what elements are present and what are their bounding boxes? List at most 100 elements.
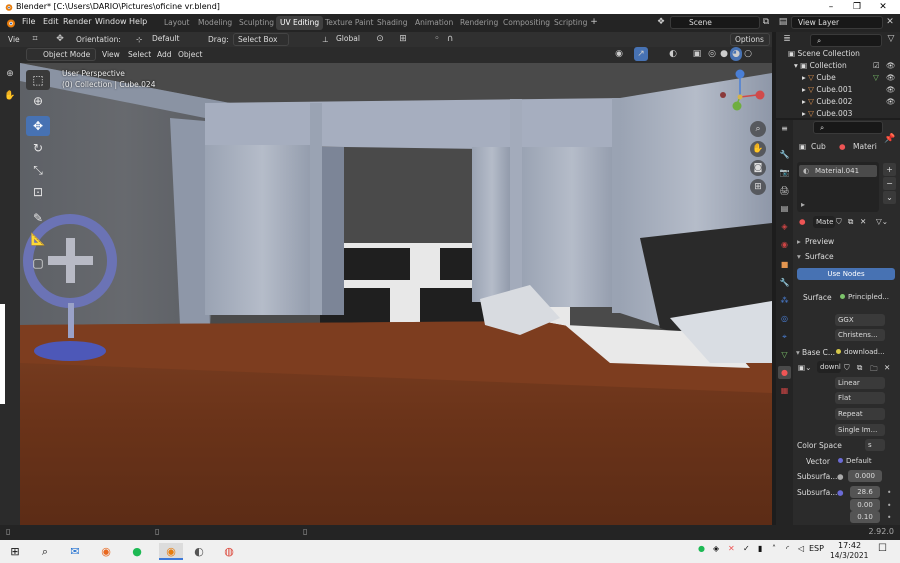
preview-panel-header[interactable]: Preview bbox=[805, 237, 834, 246]
outliner-collection[interactable]: ▾ ▣ Collection ☑ 👁 bbox=[776, 60, 900, 72]
tray-icon[interactable]: ✓ bbox=[743, 544, 750, 553]
proportional-edit-icon[interactable]: ◦ bbox=[432, 32, 442, 46]
menu-help[interactable]: Help bbox=[129, 17, 147, 26]
projection-dropdown[interactable]: Flat bbox=[835, 392, 885, 404]
clock-time[interactable]: 17:42 bbox=[838, 541, 861, 550]
clock-date[interactable]: 14/3/2021 bbox=[830, 551, 868, 560]
scene-tab-icon[interactable]: ◈ bbox=[778, 220, 791, 233]
shading-wireframe-icon[interactable]: ◎ bbox=[706, 47, 718, 61]
snap-icon[interactable]: ⊞ bbox=[396, 32, 410, 46]
open-image-icon[interactable]: 🗀 bbox=[870, 363, 878, 376]
mesh-data-tab-icon[interactable]: ▽ bbox=[778, 348, 791, 361]
base-color-expand-icon[interactable]: ▾ bbox=[796, 348, 800, 357]
use-nodes-button[interactable]: Use Nodes bbox=[797, 268, 895, 280]
properties-search-input[interactable]: ⌕ bbox=[813, 121, 883, 134]
tab-animation[interactable]: Animation bbox=[411, 16, 457, 30]
gizmo-icon[interactable]: ↗ bbox=[634, 47, 648, 61]
output-tab-icon[interactable]: 🖨 bbox=[778, 184, 791, 197]
eye-icon[interactable]: 👁 bbox=[886, 84, 896, 96]
subsurface-radius-z[interactable]: 0.10 bbox=[850, 511, 880, 523]
checkbox-icon[interactable]: ☑ bbox=[873, 60, 880, 72]
navigation-gizmo[interactable] bbox=[715, 68, 765, 113]
maximize-button[interactable]: ❐ bbox=[844, 0, 870, 14]
shading-material-icon[interactable]: ◕ bbox=[730, 47, 742, 61]
volume-icon[interactable]: ◁ bbox=[798, 544, 804, 553]
viewport-menu-select[interactable]: Select bbox=[128, 50, 151, 59]
3d-viewport[interactable]: User Perspective (0) Collection | Cube.0… bbox=[20, 63, 772, 525]
view-layer-icon[interactable]: ▤ bbox=[777, 15, 789, 29]
zoom-view-icon[interactable]: ⌕ bbox=[750, 121, 766, 137]
sidebar-splitter[interactable] bbox=[0, 304, 5, 404]
menu-file[interactable]: File bbox=[22, 17, 35, 26]
language-indicator[interactable]: ESP bbox=[809, 544, 824, 553]
view-layer-selector[interactable]: View Layer bbox=[791, 16, 883, 29]
menu-edit[interactable]: Edit bbox=[43, 17, 59, 26]
outliner-object-row[interactable]: ▸ ▽ Cube.002 👁 bbox=[776, 96, 900, 108]
node-link-icon[interactable]: ▽⌄ bbox=[876, 217, 888, 226]
tray-icon[interactable]: ▮ bbox=[758, 544, 762, 553]
material-name-field[interactable]: Mate bbox=[813, 216, 835, 228]
xray-icon[interactable]: ▣ bbox=[690, 47, 704, 61]
viewport-menu-add[interactable]: Add bbox=[157, 50, 172, 59]
viewport-menu-view[interactable]: View bbox=[102, 50, 120, 59]
material-browse-icon[interactable]: ● bbox=[799, 217, 806, 226]
keyframe-dot-icon[interactable]: • bbox=[887, 501, 891, 510]
editor-type-icon[interactable]: ⌗ bbox=[28, 32, 42, 46]
transform-tool-icon[interactable]: ⊡ bbox=[26, 182, 50, 202]
outliner-scene-collection[interactable]: ▣ Scene Collection bbox=[776, 48, 900, 60]
move-tool-icon[interactable]: ✥ bbox=[53, 32, 67, 46]
tab-scripting[interactable]: Scripting bbox=[550, 16, 591, 30]
vector-field[interactable]: Default bbox=[835, 455, 895, 467]
constraints-tab-icon[interactable]: ⌖ bbox=[778, 330, 791, 343]
eye-icon[interactable]: 👁 bbox=[886, 72, 896, 84]
interpolation-dropdown[interactable]: Linear bbox=[835, 377, 885, 389]
ortho-toggle-icon[interactable]: ⊞ bbox=[750, 179, 766, 195]
object-tab-icon[interactable]: ■ bbox=[778, 258, 791, 271]
pan-view-icon[interactable]: ✋ bbox=[750, 141, 766, 157]
material-slot-item[interactable]: ◐ Material.041 bbox=[799, 165, 877, 177]
annotate-tool-icon[interactable]: ✎ bbox=[26, 208, 50, 228]
viewport-menu-object[interactable]: Object bbox=[178, 50, 202, 59]
surface-shader-field[interactable]: Principled... bbox=[837, 291, 899, 303]
blender-menu-icon[interactable] bbox=[4, 17, 16, 29]
outliner-filter-icon[interactable]: ▽ bbox=[884, 32, 898, 46]
image-name-field[interactable]: downl bbox=[817, 361, 841, 373]
falloff-icon[interactable]: ∩ bbox=[445, 32, 455, 46]
slot-expand-icon[interactable]: ▸ bbox=[801, 200, 805, 209]
subsurface-radius-y[interactable]: 0.00 bbox=[850, 499, 880, 511]
slot-specials-icon[interactable]: ⌄ bbox=[883, 191, 896, 204]
base-color-field[interactable]: download... bbox=[833, 346, 899, 358]
tool-tab-icon[interactable]: 🔧 bbox=[778, 148, 791, 161]
outliner-search-input[interactable]: ⌕ bbox=[810, 34, 882, 47]
subsurface-value-field[interactable]: 0.000 bbox=[848, 470, 882, 482]
pin-icon[interactable]: 📌 bbox=[883, 132, 897, 146]
minimize-button[interactable]: – bbox=[818, 0, 844, 14]
tray-icon[interactable]: ✕ bbox=[728, 544, 735, 553]
extension-dropdown[interactable]: Repeat bbox=[835, 408, 885, 420]
scale-tool-icon[interactable]: ⤡ bbox=[26, 160, 50, 180]
menu-window[interactable]: Window bbox=[95, 17, 127, 26]
visibility-icon[interactable]: ◉ bbox=[612, 47, 626, 61]
toolbar-toggle-icon[interactable]: ⊕ bbox=[3, 67, 17, 81]
wifi-icon[interactable]: ◜ bbox=[786, 544, 789, 553]
menu-render[interactable]: Render bbox=[63, 17, 91, 26]
outliner-object-row[interactable]: ▸ ▽ Cube ▽ 👁 bbox=[776, 72, 900, 84]
keyframe-dot-icon[interactable]: • bbox=[887, 488, 891, 497]
material-tab-icon[interactable]: ● bbox=[778, 366, 791, 379]
spotify-tray-icon[interactable]: ● bbox=[698, 544, 705, 553]
source-dropdown[interactable]: Single Im... bbox=[835, 424, 885, 436]
render-tab-icon[interactable]: 📷 bbox=[778, 166, 791, 179]
outliner-editor-icon[interactable]: ≣ bbox=[780, 32, 794, 46]
scene-icon[interactable]: ❖ bbox=[655, 15, 667, 29]
image-browse-icon[interactable]: ▣⌄ bbox=[798, 363, 811, 372]
search-icon[interactable]: ⌕ bbox=[36, 543, 54, 560]
properties-editor-icon[interactable]: ≡ bbox=[778, 122, 791, 135]
orientation-dropdown[interactable]: Default bbox=[148, 33, 198, 46]
remove-slot-icon[interactable]: − bbox=[883, 177, 896, 190]
timeline-toggle-icon[interactable]: ▯ bbox=[6, 527, 10, 536]
spotify-app-icon[interactable]: ● bbox=[128, 543, 146, 560]
keyframe-dot-icon[interactable]: • bbox=[887, 513, 891, 522]
panel-expand-icon[interactable]: ▾ bbox=[797, 252, 801, 261]
close-window-button[interactable]: ✕ bbox=[870, 0, 896, 14]
mail-app-icon[interactable]: ✉ bbox=[66, 543, 84, 560]
